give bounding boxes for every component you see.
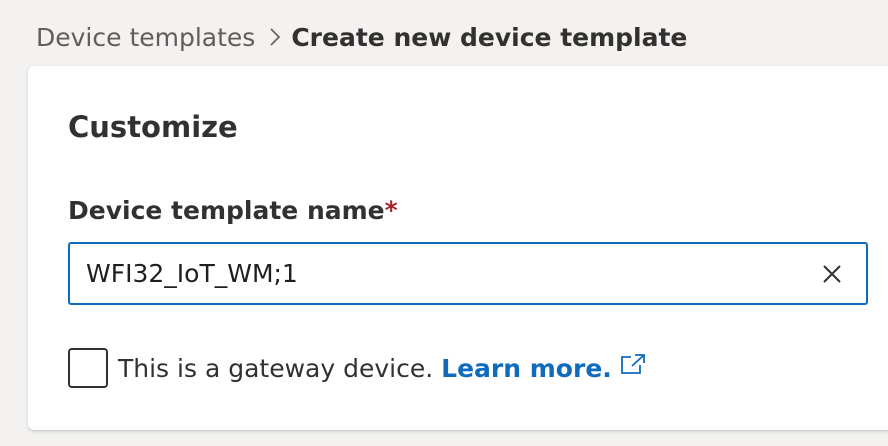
template-name-label: Device template name*: [68, 196, 398, 225]
gateway-checkbox[interactable]: [68, 348, 108, 388]
external-link-icon[interactable]: [620, 353, 646, 375]
required-marker: *: [384, 196, 398, 225]
template-name-value[interactable]: WFI32_IoT_WM;1: [70, 259, 806, 288]
section-title: Customize: [68, 110, 238, 144]
breadcrumb-current-page: Create new device template: [291, 22, 688, 52]
template-name-label-text: Device template name: [68, 196, 385, 225]
gateway-option-row: This is a gateway device. Learn more.: [68, 348, 646, 388]
customize-card: Customize Device template name* WFI32_Io…: [28, 66, 888, 430]
chevron-right-icon: [269, 27, 281, 47]
learn-more-link[interactable]: Learn more.: [441, 354, 612, 383]
template-name-input[interactable]: WFI32_IoT_WM;1: [68, 242, 868, 305]
gateway-checkbox-label: This is a gateway device.: [118, 353, 434, 383]
close-icon[interactable]: [806, 248, 858, 300]
breadcrumb-device-templates[interactable]: Device templates: [36, 23, 255, 52]
breadcrumb: Device templates Create new device templ…: [36, 20, 687, 54]
